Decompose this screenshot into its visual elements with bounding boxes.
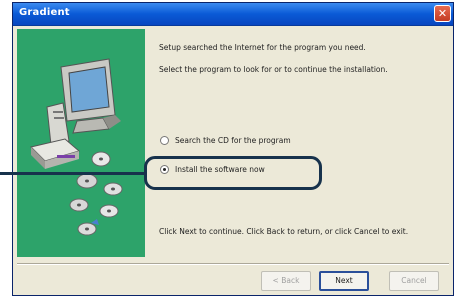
computer-icon — [46, 58, 121, 146]
callout-highlight — [144, 156, 322, 190]
next-button[interactable]: Next — [319, 271, 369, 291]
callout-pointer-line — [0, 172, 146, 175]
setup-dialog: Gradient ✕ Setup searched the Internet f… — [12, 2, 454, 296]
intro-line-2: Select the program to look for or to con… — [159, 65, 388, 74]
window-title: Gradient — [19, 7, 70, 18]
footer-instruction: Click Next to continue. Click Back to re… — [159, 227, 409, 236]
cd-icon — [69, 151, 123, 236]
computer-cd-illustration — [30, 58, 123, 236]
button-divider — [17, 263, 449, 265]
close-button[interactable]: ✕ — [434, 5, 451, 22]
wizard-illustration — [17, 29, 145, 257]
intro-line-1: Setup searched the Internet for the prog… — [159, 43, 366, 52]
option-search-cd-label: Search the CD for the program — [175, 135, 291, 145]
close-icon: ✕ — [437, 7, 448, 20]
radio-search-cd[interactable] — [160, 135, 169, 145]
cancel-button[interactable]: Cancel — [389, 271, 439, 291]
title-bar[interactable]: Gradient ✕ — [13, 3, 453, 26]
back-button[interactable]: < Back — [261, 271, 311, 291]
option-search-cd[interactable]: Search the CD for the program — [160, 133, 291, 147]
